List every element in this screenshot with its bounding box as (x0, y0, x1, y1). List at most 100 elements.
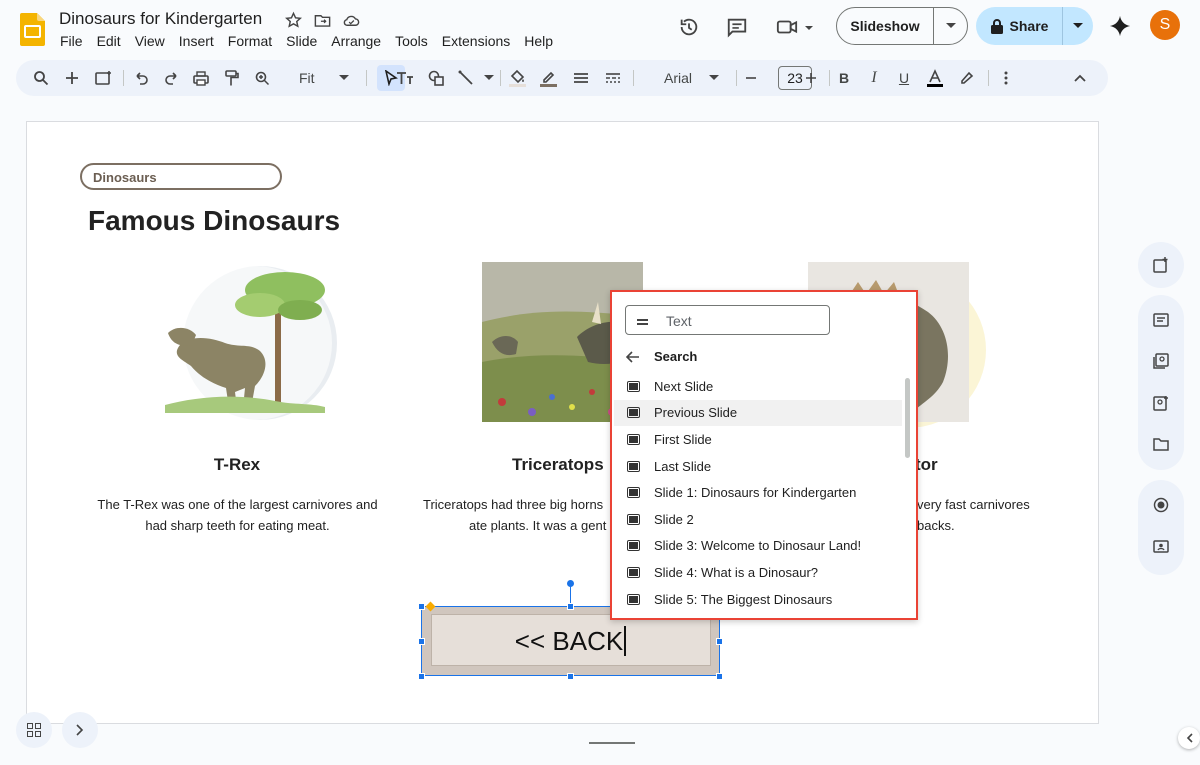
star-icon[interactable] (284, 11, 303, 30)
link-text-input[interactable]: Text (625, 305, 830, 335)
border-weight-icon[interactable] (571, 68, 591, 88)
menu-insert[interactable]: Insert (179, 33, 214, 49)
image-gallery-icon[interactable] (1153, 353, 1169, 369)
menu-arrange[interactable]: Arrange (331, 33, 381, 49)
search-back-row[interactable]: Search (626, 349, 697, 364)
border-color-icon[interactable] (538, 68, 558, 88)
menu-extensions[interactable]: Extensions (442, 33, 510, 49)
more-options-icon[interactable] (996, 68, 1016, 88)
comments-icon[interactable] (726, 16, 748, 38)
contacts-icon[interactable] (1153, 395, 1169, 411)
show-filmstrip-button[interactable] (62, 712, 98, 748)
gemini-sparkle-icon[interactable] (1109, 15, 1131, 37)
chevron-down-icon (945, 23, 956, 28)
zoom-select[interactable]: Fit (299, 70, 315, 86)
card-description[interactable]: very fast carnivores backs. (917, 494, 1047, 536)
slides-logo-icon[interactable] (20, 13, 45, 46)
border-dash-icon[interactable] (603, 68, 623, 88)
share-dropdown[interactable] (1063, 7, 1093, 45)
line-dropdown-icon[interactable] (479, 68, 499, 88)
card-name[interactable]: tor (915, 455, 955, 475)
menu-file[interactable]: File (60, 33, 83, 49)
menu-format[interactable]: Format (228, 33, 272, 49)
menu-tools[interactable]: Tools (395, 33, 428, 49)
menu-slide[interactable]: Slide (286, 33, 317, 49)
resize-handle[interactable] (418, 638, 425, 645)
search-menus-icon[interactable] (31, 68, 51, 88)
text-lines-icon (637, 319, 648, 325)
text-color-icon[interactable] (925, 68, 945, 88)
grid-view-button[interactable] (16, 712, 52, 748)
zoom-dropdown-icon[interactable] (334, 68, 354, 88)
document-title[interactable]: Dinosaurs for Kindergarten (59, 9, 262, 29)
add-ons-icon[interactable] (1153, 257, 1169, 273)
slideshow-label[interactable]: Slideshow (837, 8, 934, 44)
collapse-side-panel-button[interactable] (1178, 727, 1200, 749)
menu-view[interactable]: View (135, 33, 165, 49)
avatar[interactable]: S (1150, 10, 1180, 40)
resize-handle[interactable] (716, 638, 723, 645)
redo-icon[interactable] (161, 68, 181, 88)
rotate-handle[interactable] (567, 580, 574, 587)
fill-color-icon[interactable] (507, 68, 527, 88)
speaker-notes-handle[interactable] (589, 742, 635, 744)
menu-edit[interactable]: Edit (97, 33, 121, 49)
resize-handle[interactable] (418, 603, 425, 610)
list-item[interactable]: First Slide (614, 426, 902, 453)
cloud-status-icon[interactable] (342, 11, 361, 30)
font-dropdown-icon[interactable] (704, 68, 724, 88)
history-icon[interactable] (678, 16, 700, 38)
resize-handle[interactable] (567, 603, 574, 610)
resize-handle[interactable] (418, 673, 425, 680)
font-select[interactable]: Arial (664, 70, 692, 86)
list-item[interactable]: Slide 4: What is a Dinosaur? (614, 559, 902, 586)
list-item[interactable]: Slide 1: Dinosaurs for Kindergarten (614, 479, 902, 506)
move-folder-icon[interactable] (313, 11, 332, 30)
slide-tag[interactable]: Dinosaurs (80, 163, 282, 190)
undo-icon[interactable] (131, 68, 151, 88)
print-icon[interactable] (191, 68, 211, 88)
card-description[interactable]: Triceratops had three big horns ate plan… (423, 494, 613, 536)
zoom-icon[interactable] (252, 68, 272, 88)
list-item[interactable]: Next Slide (614, 373, 902, 400)
list-item[interactable]: Slide 5: The Biggest Dinosaurs (614, 586, 902, 613)
back-arrow-icon[interactable] (626, 350, 640, 363)
bold-icon[interactable]: B (834, 68, 854, 88)
popup-scrollbar[interactable] (905, 378, 910, 458)
line-icon[interactable] (456, 68, 476, 88)
folder-icon[interactable] (1153, 436, 1169, 452)
video-record-icon[interactable] (1153, 538, 1169, 554)
card-name[interactable]: Triceratops (512, 455, 612, 475)
collapse-toolbar-icon[interactable] (1070, 68, 1090, 88)
meet-dropdown-icon[interactable] (802, 16, 816, 38)
list-item[interactable]: Last Slide (614, 453, 902, 480)
list-item[interactable]: Slide 3: Welcome to Dinosaur Land! (614, 533, 902, 560)
new-slide-icon[interactable] (62, 68, 82, 88)
highlight-color-icon[interactable] (957, 68, 977, 88)
card-name[interactable]: T-Rex (137, 455, 337, 475)
share-button[interactable]: Share (976, 7, 1093, 45)
record-icon[interactable] (1153, 497, 1169, 513)
increase-font-size-icon[interactable] (801, 68, 821, 88)
text-box-icon[interactable] (395, 68, 415, 88)
underline-icon[interactable]: U (894, 68, 914, 88)
paint-format-icon[interactable] (221, 68, 241, 88)
keep-notes-icon[interactable] (1153, 312, 1169, 328)
shape-icon[interactable] (426, 68, 446, 88)
resize-handle[interactable] (716, 673, 723, 680)
slideshow-button[interactable]: Slideshow (836, 7, 968, 45)
italic-icon[interactable]: I (864, 68, 884, 88)
share-main[interactable]: Share (976, 7, 1063, 45)
meet-icon[interactable] (776, 16, 798, 38)
list-item-label: Slide 1: Dinosaurs for Kindergarten (654, 485, 857, 501)
list-item[interactable]: Previous Slide (614, 399, 902, 427)
new-slide-layout-icon[interactable] (94, 68, 114, 88)
list-item[interactable]: Slide 2 (614, 506, 902, 533)
card-description[interactable]: The T-Rex was one of the largest carnivo… (75, 494, 400, 536)
slide-heading[interactable]: Famous Dinosaurs (88, 205, 340, 237)
slideshow-dropdown[interactable] (934, 8, 967, 44)
resize-handle[interactable] (567, 673, 574, 680)
decrease-font-size-icon[interactable] (741, 68, 761, 88)
trex-image[interactable] (160, 255, 340, 420)
menu-help[interactable]: Help (524, 33, 553, 49)
